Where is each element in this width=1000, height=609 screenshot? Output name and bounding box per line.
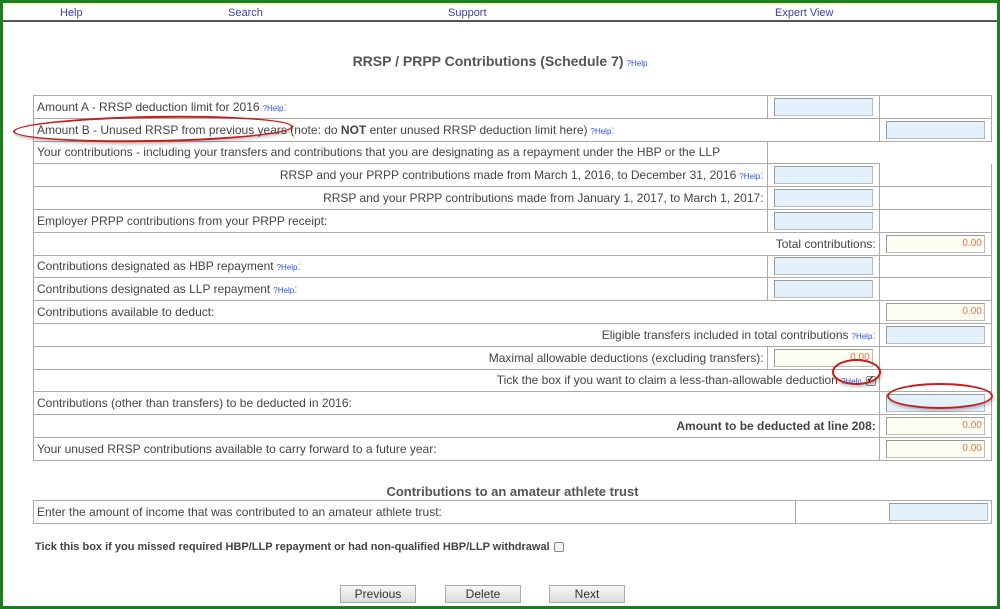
amount-a-help-link[interactable]: ?Help (263, 104, 284, 113)
page-frame: Help Search Support Expert View RRSP / P… (3, 3, 997, 606)
row-hbp-repayment: Contributions designated as HBP repaymen… (33, 254, 993, 279)
total-contributions-label: Total contributions: (775, 236, 876, 251)
rrsp-2016-help-link[interactable]: ?Help (739, 172, 760, 181)
carry-forward-label: Your unused RRSP contributions available… (37, 441, 437, 456)
rrsp-2017-input[interactable] (773, 189, 873, 208)
nav-support-link[interactable]: Support (448, 7, 487, 19)
athlete-trust-table: Enter the amount of income that was cont… (33, 500, 992, 524)
amount-b-label: Amount B - Unused RRSP from previous yea… (37, 122, 588, 137)
less-than-allowable-help-link[interactable]: ?Help (841, 377, 862, 386)
row-maximal-allowable: Maximal allowable deductions (excluding … (33, 345, 993, 370)
athlete-trust-title: Contributions to an amateur athlete trus… (386, 484, 639, 499)
rrsp-2017-label: RRSP and your PRPP contributions made fr… (323, 191, 764, 206)
line-208-value: 0.00 (885, 417, 985, 436)
amount-a-input[interactable] (773, 97, 873, 116)
schedule-7-table: Amount A - RRSP deduction limit for 2016… (33, 95, 993, 461)
amount-b-input[interactable] (885, 120, 985, 139)
rrsp-2016-input[interactable] (773, 166, 873, 185)
employer-prpp-label: Employer PRPP contributions from your PR… (37, 213, 328, 228)
row-eligible-transfers: Eligible transfers included in total con… (33, 322, 993, 347)
row-rrsp-2017: RRSP and your PRPP contributions made fr… (33, 186, 993, 210)
missed-repayment-label: Tick this box if you missed required HBP… (35, 541, 550, 553)
your-contributions-label: Your contributions - including your tran… (37, 145, 721, 160)
llp-help-link[interactable]: ?Help (273, 286, 294, 295)
missed-repayment-row: Tick this box if you missed required HBP… (35, 541, 564, 553)
row-total-contributions: Total contributions: 0.00 (33, 231, 993, 256)
row-line-208: Amount to be deducted at line 208: 0.00 (33, 414, 993, 438)
row-amount-a: Amount A - RRSP deduction limit for 2016… (33, 95, 993, 119)
to-be-deducted-input[interactable] (885, 394, 985, 413)
nav-expert-view-link[interactable]: Expert View (775, 7, 834, 19)
line-208-label: Amount to be deducted at line 208: (676, 419, 876, 434)
nav-search-link[interactable]: Search (228, 7, 263, 19)
page-title-text: RRSP / PRPP Contributions (Schedule 7) (352, 53, 624, 69)
row-amount-b: Amount B - Unused RRSP from previous yea… (33, 117, 993, 142)
to-be-deducted-label: Contributions (other than transfers) to … (37, 396, 352, 411)
less-than-allowable-label: Tick the box if you want to claim a less… (496, 373, 838, 388)
eligible-transfers-label: Eligible transfers included in total con… (601, 327, 849, 342)
total-contributions-value: 0.00 (885, 234, 985, 253)
amount-b-help-link[interactable]: ?Help (591, 127, 612, 136)
available-to-deduct-value: 0.00 (885, 303, 985, 322)
row-less-than-allowable: Tick the box if you want to claim a less… (33, 368, 993, 393)
hbp-repayment-input[interactable] (773, 257, 873, 276)
available-to-deduct-label: Contributions available to deduct: (37, 305, 215, 320)
rrsp-2016-label: RRSP and your PRPP contributions made fr… (279, 168, 737, 183)
title-help-link[interactable]: ?Help (627, 59, 648, 68)
hbp-repayment-label: Contributions designated as HBP repaymen… (37, 259, 274, 274)
row-athlete-trust: Enter the amount of income that was cont… (33, 500, 992, 524)
row-rrsp-2016: RRSP and your PRPP contributions made fr… (33, 163, 993, 188)
delete-button[interactable]: Delete (445, 585, 521, 603)
row-available-to-deduct: Contributions available to deduct: 0.00 (33, 300, 993, 324)
row-llp-repayment: Contributions designated as LLP repaymen… (33, 277, 993, 302)
athlete-trust-label: Enter the amount of income that was cont… (37, 505, 442, 519)
eligible-transfers-input[interactable] (885, 325, 985, 344)
next-button[interactable]: Next (549, 585, 625, 603)
athlete-trust-input[interactable] (889, 503, 988, 521)
maximal-allowable-value: 0.00 (773, 348, 873, 367)
employer-prpp-input[interactable] (773, 211, 873, 230)
row-carry-forward: Your unused RRSP contributions available… (33, 436, 993, 461)
amount-a-label: Amount A - RRSP deduction limit for 2016 (37, 99, 260, 114)
row-to-be-deducted: Contributions (other than transfers) to … (33, 391, 993, 416)
maximal-allowable-label: Maximal allowable deductions (excluding … (488, 350, 764, 365)
carry-forward-value: 0.00 (885, 439, 985, 458)
row-employer-prpp: Employer PRPP contributions from your PR… (33, 208, 993, 233)
page-title: RRSP / PRPP Contributions (Schedule 7) ?H… (3, 53, 997, 69)
nav-help-link[interactable]: Help (60, 7, 83, 19)
top-navigation: Help Search Support Expert View (3, 3, 997, 22)
llp-repayment-input[interactable] (773, 280, 873, 299)
missed-repayment-checkbox[interactable] (553, 542, 564, 553)
less-than-allowable-checkbox[interactable] (865, 374, 876, 387)
eligible-transfers-help-link[interactable]: ?Help (852, 332, 873, 341)
llp-repayment-label: Contributions designated as LLP repaymen… (37, 282, 271, 297)
row-your-contributions: Your contributions - including your tran… (33, 140, 992, 165)
previous-button[interactable]: Previous (340, 585, 416, 603)
hbp-help-link[interactable]: ?Help (277, 263, 298, 272)
